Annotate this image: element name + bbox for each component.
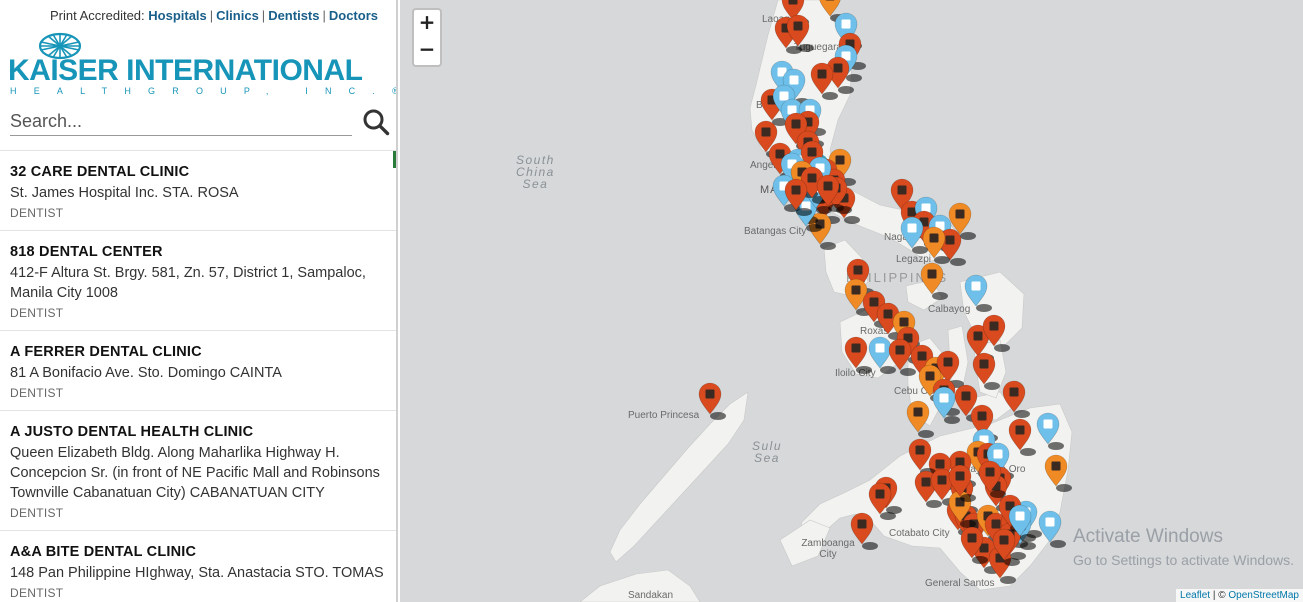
marker-layer[interactable] bbox=[400, 0, 1303, 602]
search-icon bbox=[363, 109, 390, 136]
openstreetmap-link[interactable]: OpenStreetMap bbox=[1228, 590, 1299, 601]
separator: | bbox=[261, 8, 266, 23]
list-item[interactable]: 818 DENTAL CENTER 412-F Altura St. Brgy.… bbox=[0, 231, 396, 331]
provider-type: DENTIST bbox=[10, 206, 64, 220]
hospital-marker[interactable] bbox=[972, 352, 1000, 390]
print-accredited-bar: Print Accredited: Hospitals | Clinics | Dent… bbox=[50, 8, 378, 23]
activate-windows-watermark: Activate Windows Go to Settings to activ… bbox=[1073, 526, 1294, 568]
dentist-marker[interactable] bbox=[964, 274, 992, 312]
map-attribution: Leaflet | © OpenStreetMap bbox=[1176, 589, 1303, 602]
separator: | bbox=[209, 8, 214, 23]
provider-address: 412-F Altura St. Brgy. 581, Zn. 57, Dist… bbox=[10, 265, 366, 301]
attribution-separator: | © bbox=[1212, 590, 1226, 601]
logo-subtitle: HEALTHGROUP, INC.® bbox=[10, 86, 396, 96]
list-item[interactable]: A FERRER DENTAL CLINIC 81 A Bonifacio Av… bbox=[0, 331, 396, 411]
activate-windows-subtitle: Go to Settings to activate Windows. bbox=[1073, 552, 1294, 568]
provider-list[interactable]: 32 CARE DENTAL CLINIC St. James Hospital… bbox=[0, 150, 396, 602]
sidebar: Print Accredited: Hospitals | Clinics | Dent… bbox=[0, 0, 398, 602]
provider-address: Queen Elizabeth Bldg. Along Maharlika Hi… bbox=[10, 445, 380, 501]
provider-name: 818 DENTAL CENTER bbox=[10, 244, 163, 260]
separator: | bbox=[322, 8, 326, 23]
print-hospitals-link[interactable]: Hospitals bbox=[148, 8, 207, 23]
list-item[interactable]: 32 CARE DENTAL CLINIC St. James Hospital… bbox=[0, 151, 396, 231]
list-item[interactable]: A&A BITE DENTAL CLINIC 148 Pan Philippin… bbox=[0, 531, 396, 602]
provider-address: 148 Pan Philippine HIghway, Sta. Anastac… bbox=[10, 565, 384, 581]
map[interactable]: + − South China Sea Sulu Sea PHILIPPINES… bbox=[400, 0, 1303, 602]
print-dentists-link[interactable]: Dentists bbox=[268, 8, 319, 23]
clinic-marker[interactable] bbox=[920, 262, 948, 300]
registered-mark: ® bbox=[392, 86, 396, 96]
provider-type: DENTIST bbox=[10, 506, 64, 520]
dentist-marker[interactable] bbox=[1038, 510, 1066, 548]
clinic-marker[interactable] bbox=[1044, 454, 1072, 492]
print-accredited-label: Print Accredited: bbox=[49, 8, 145, 23]
hospital-marker[interactable] bbox=[698, 382, 726, 420]
provider-address: St. James Hospital Inc. STA. ROSA bbox=[10, 185, 239, 201]
provider-name: A&A BITE DENTAL CLINIC bbox=[10, 544, 197, 560]
search-bar bbox=[10, 108, 390, 138]
provider-type: DENTIST bbox=[10, 586, 64, 600]
hospital-marker[interactable] bbox=[844, 336, 872, 374]
clinic-marker[interactable] bbox=[906, 400, 934, 438]
logo-subtitle-text: HEALTHGROUP, INC. bbox=[10, 86, 393, 96]
hospital-marker[interactable] bbox=[1002, 380, 1030, 418]
kaiser-logo[interactable]: KAISER INTERNATIONAL HEALTHGROUP, INC.® bbox=[8, 32, 396, 98]
dentist-marker[interactable] bbox=[1036, 412, 1064, 450]
list-scrollbar-thumb[interactable] bbox=[393, 151, 396, 168]
provider-name: A FERRER DENTAL CLINIC bbox=[10, 344, 202, 360]
leaflet-link[interactable]: Leaflet bbox=[1180, 590, 1210, 601]
provider-name: A JUSTO DENTAL HEALTH CLINIC bbox=[10, 424, 254, 440]
provider-type: DENTIST bbox=[10, 306, 64, 320]
logo-wordmark: KAISER INTERNATIONAL bbox=[8, 54, 363, 87]
search-input[interactable] bbox=[10, 108, 352, 136]
search-button[interactable] bbox=[362, 108, 390, 136]
list-item[interactable]: A JUSTO DENTAL HEALTH CLINIC Queen Eliza… bbox=[0, 411, 396, 531]
hospital-marker[interactable] bbox=[850, 512, 878, 550]
provider-type: DENTIST bbox=[10, 386, 64, 400]
hospital-marker[interactable] bbox=[982, 314, 1010, 352]
activate-windows-title: Activate Windows bbox=[1073, 526, 1223, 547]
provider-name: 32 CARE DENTAL CLINIC bbox=[10, 164, 190, 180]
print-clinics-link[interactable]: Clinics bbox=[216, 8, 259, 23]
print-doctors-link[interactable]: Doctors bbox=[329, 8, 378, 23]
hospital-marker[interactable] bbox=[1008, 418, 1036, 456]
provider-address: 81 A Bonifacio Ave. Sto. Domingo CAINTA bbox=[10, 365, 282, 381]
